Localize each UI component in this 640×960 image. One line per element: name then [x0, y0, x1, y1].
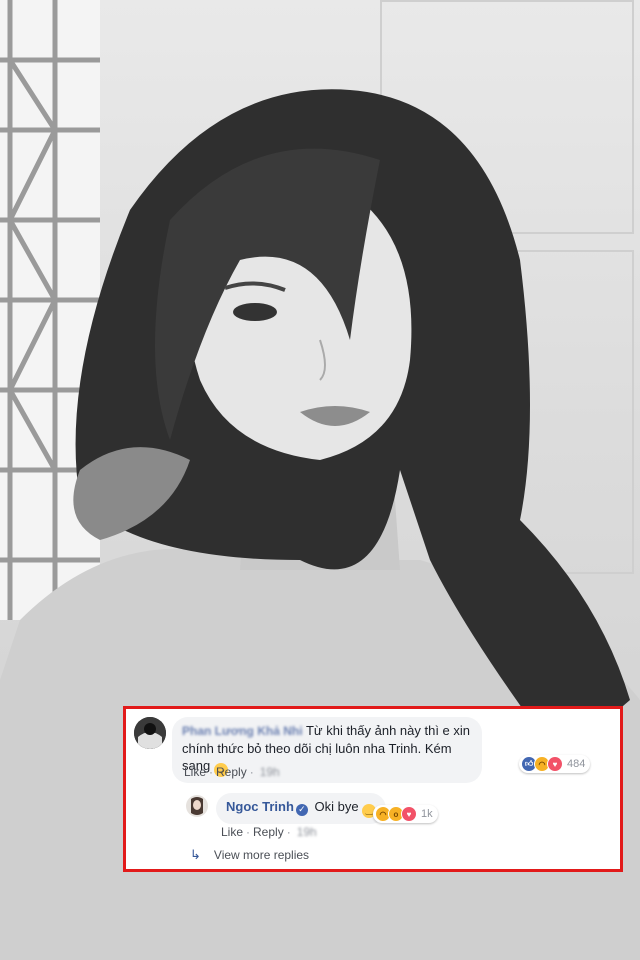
reply-timestamp[interactable]: 19h: [297, 825, 317, 839]
separator: ·: [209, 765, 214, 779]
comment-author[interactable]: Phan Lương Khả Nhi: [182, 724, 303, 738]
avatar[interactable]: [134, 717, 166, 749]
comment-actions: Like · Reply · 19h: [184, 765, 280, 779]
love-icon: ♥: [401, 806, 417, 822]
comment-reactions[interactable]: 👍︎ ◠ ♥ 484: [519, 755, 591, 773]
view-more-replies-label[interactable]: View more replies: [214, 848, 309, 862]
reaction-count: 484: [567, 758, 586, 770]
reply-link[interactable]: Reply: [216, 765, 247, 779]
verified-badge-icon: ✓: [295, 803, 308, 816]
reply-arrow-icon: ↳: [190, 847, 201, 862]
love-icon: ♥: [547, 756, 563, 772]
reply-link[interactable]: Reply: [253, 825, 284, 839]
reply-author[interactable]: Ngoc Trinh: [226, 799, 294, 814]
reply-bubble: Ngoc Trinh ✓ Oki bye ‿: [216, 793, 387, 824]
reaction-count: 1k: [421, 808, 433, 820]
reply: Ngoc Trinh ✓ Oki bye ‿: [186, 793, 387, 824]
separator: ·: [246, 825, 251, 839]
like-link[interactable]: Like: [184, 765, 206, 779]
separator: ·: [249, 765, 254, 779]
avatar[interactable]: [186, 795, 208, 817]
reply-actions: Like · Reply · 19h: [221, 825, 317, 839]
avatar-image: [134, 717, 166, 749]
comment-highlight-box: Phan Lương Khả Nhi Từ khi thấy ảnh này t…: [123, 706, 623, 872]
like-link[interactable]: Like: [221, 825, 243, 839]
separator: ·: [286, 825, 291, 839]
reply-reactions[interactable]: ◠ o ♥ 1k: [373, 805, 438, 823]
comment-timestamp[interactable]: 19h: [260, 765, 280, 779]
view-more-replies[interactable]: ↳ View more replies: [190, 847, 309, 863]
avatar-image: [186, 795, 208, 817]
reply-text: Oki bye: [314, 799, 359, 814]
